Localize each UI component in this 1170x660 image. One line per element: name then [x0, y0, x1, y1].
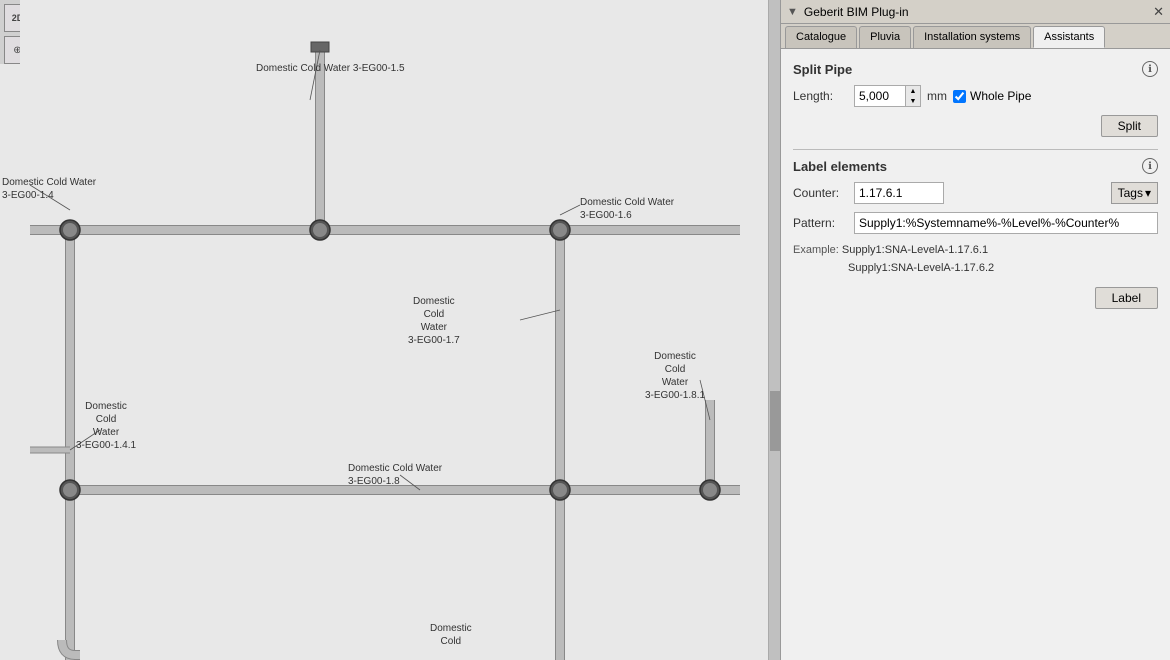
- pipe-label-1: Domestic Cold Water 3-EG00-1.5: [256, 62, 405, 75]
- whole-pipe-checkbox[interactable]: [953, 90, 966, 103]
- panel-close-btn[interactable]: ✕: [1153, 4, 1164, 20]
- split-btn-row: Split: [793, 115, 1158, 137]
- panel-tabs: Catalogue Pluvia Installation systems As…: [781, 24, 1170, 49]
- split-pipe-section-header: Split Pipe ℹ: [793, 61, 1158, 77]
- cad-scrollbar[interactable]: [768, 0, 780, 660]
- label-elements-info-icon[interactable]: ℹ: [1142, 158, 1158, 174]
- pattern-input[interactable]: [854, 212, 1158, 234]
- tab-pluvia[interactable]: Pluvia: [859, 26, 911, 48]
- pipe-drawing: [0, 0, 780, 660]
- pipe-label-5: DomesticColdWater3-EG00-1.8.1: [645, 350, 705, 402]
- cad-viewport[interactable]: 2D ⊕: [0, 0, 780, 660]
- pipe-label-7: Domestic Cold Water3-EG00-1.8: [348, 462, 442, 488]
- example-prefix: Example:: [793, 244, 839, 256]
- pipe-label-8: DomesticCold: [430, 622, 472, 648]
- split-button[interactable]: Split: [1101, 115, 1158, 137]
- pattern-label: Pattern:: [793, 216, 848, 230]
- whole-pipe-wrapper[interactable]: Whole Pipe: [953, 89, 1031, 103]
- panel-title: Geberit BIM Plug-in: [804, 5, 909, 19]
- tab-assistants[interactable]: Assistants: [1033, 26, 1105, 48]
- label-button[interactable]: Label: [1095, 287, 1158, 309]
- tags-label: Tags: [1118, 186, 1143, 200]
- pipe-label-4: DomesticColdWater3-EG00-1.7: [408, 295, 460, 347]
- split-pipe-title: Split Pipe: [793, 62, 852, 77]
- pipe-label-6: DomesticColdWater3-EG00-1.4.1: [76, 400, 136, 452]
- section-divider: [793, 149, 1158, 150]
- label-elements-section-header: Label elements ℹ: [793, 158, 1158, 174]
- pipe-label-2: Domestic Cold Water3-EG00-1.4: [2, 176, 96, 202]
- length-input[interactable]: [855, 86, 905, 106]
- length-label: Length:: [793, 89, 848, 103]
- length-spinner[interactable]: ▲ ▼: [854, 85, 921, 107]
- geberit-panel: ▼ Geberit BIM Plug-in ✕ Catalogue Pluvia…: [780, 0, 1170, 660]
- tags-arrow-icon: ▾: [1145, 186, 1151, 200]
- cad-scrollbar-thumb[interactable]: [770, 391, 780, 451]
- length-spin-down[interactable]: ▼: [906, 96, 920, 106]
- panel-content: Split Pipe ℹ Length: ▲ ▼ mm Whole Pipe S…: [781, 49, 1170, 660]
- length-spin-up[interactable]: ▲: [906, 86, 920, 96]
- example-block: Example: Supply1:SNA-LevelA-1.17.6.1 Sup…: [793, 242, 1158, 277]
- tags-button[interactable]: Tags ▾: [1111, 182, 1158, 204]
- split-pipe-info-icon[interactable]: ℹ: [1142, 61, 1158, 77]
- example-line1: Supply1:SNA-LevelA-1.17.6.1: [842, 244, 988, 256]
- split-pipe-length-row: Length: ▲ ▼ mm Whole Pipe: [793, 85, 1158, 107]
- counter-row: Counter: Tags ▾: [793, 182, 1158, 204]
- tab-installation-systems[interactable]: Installation systems: [913, 26, 1031, 48]
- length-unit: mm: [927, 89, 947, 103]
- example-line2: Supply1:SNA-LevelA-1.17.6.2: [848, 262, 994, 274]
- label-elements-title: Label elements: [793, 159, 887, 174]
- panel-pin-icon[interactable]: ▼: [787, 6, 798, 18]
- tab-catalogue[interactable]: Catalogue: [785, 26, 857, 48]
- counter-input[interactable]: [854, 182, 944, 204]
- whole-pipe-label: Whole Pipe: [970, 89, 1031, 103]
- counter-label: Counter:: [793, 186, 848, 200]
- label-btn-row: Label: [793, 287, 1158, 309]
- pipe-label-3: Domestic Cold Water3-EG00-1.6: [580, 196, 674, 222]
- pattern-row: Pattern:: [793, 212, 1158, 234]
- length-spin-arrows[interactable]: ▲ ▼: [905, 86, 920, 106]
- panel-titlebar: ▼ Geberit BIM Plug-in ✕: [781, 0, 1170, 24]
